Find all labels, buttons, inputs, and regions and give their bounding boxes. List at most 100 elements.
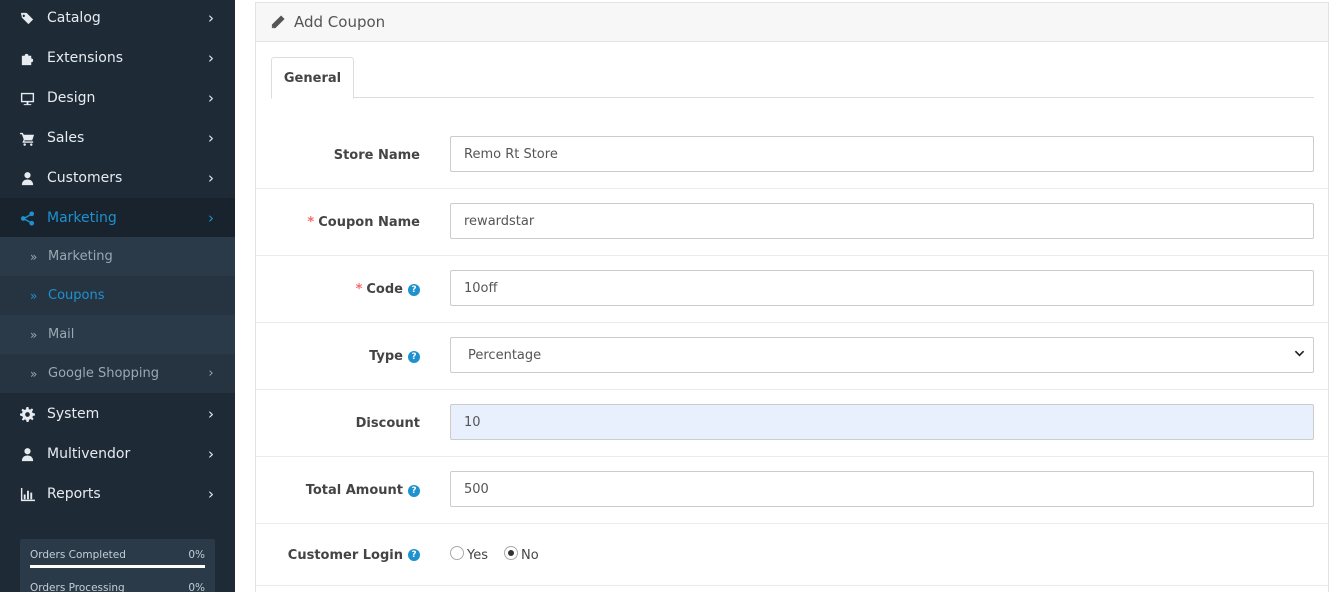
radio-no[interactable] <box>504 546 518 560</box>
submenu-label: Google Shopping <box>48 366 160 381</box>
coupon-name-field[interactable]: rewardstar <box>450 203 1314 239</box>
chevron-right-icon: › <box>208 485 214 503</box>
menu-label: Catalog <box>47 10 101 26</box>
chevron-right-icon: › <box>208 49 214 67</box>
chevron-right-icon: › <box>208 366 214 381</box>
radio-label: No <box>521 547 539 563</box>
submenu-label: Marketing <box>48 249 113 264</box>
chevron-right-icon: › <box>208 209 214 227</box>
menu-label: Multivendor <box>47 446 131 462</box>
stat-row: Orders Completed 0% <box>30 549 205 561</box>
double-chevron-icon: » <box>30 366 38 381</box>
radio-yes[interactable] <box>450 546 464 560</box>
pencil-icon <box>271 15 285 29</box>
chevron-right-icon: › <box>208 169 214 187</box>
radio-option-no[interactable]: No <box>504 546 539 563</box>
menu-item-design[interactable]: Design › <box>0 78 235 118</box>
form-row-coupon-name: * Coupon Name rewardstar <box>256 189 1328 256</box>
store-name-label: Store Name <box>333 148 420 163</box>
double-chevron-icon: » <box>30 288 38 303</box>
menu-item-customers[interactable]: Customers › <box>0 158 235 198</box>
user-icon <box>19 446 35 462</box>
submenu-item-coupons[interactable]: » Coupons <box>0 276 235 315</box>
discount-label: Discount <box>355 416 420 431</box>
chevron-right-icon: › <box>208 129 214 147</box>
bar-chart-icon <box>19 486 35 502</box>
menu-item-system[interactable]: System › <box>0 394 235 434</box>
chevron-right-icon: › <box>208 405 214 423</box>
form-row-code: * Code ? 10off <box>256 256 1328 323</box>
customer-login-label: Customer Login ? <box>288 524 420 586</box>
monitor-icon <box>19 90 35 106</box>
help-icon[interactable]: ? <box>408 549 420 561</box>
stat-row: Orders Processing 0% <box>30 582 205 592</box>
submenu-label: Mail <box>48 327 75 342</box>
menu-item-extensions[interactable]: Extensions › <box>0 38 235 78</box>
panel-heading: Add Coupon <box>256 3 1328 42</box>
stat-value: 0% <box>188 549 205 561</box>
form-row-customer-login: Customer Login ? Yes No <box>256 524 1328 586</box>
type-selected-value: Percentage <box>468 347 542 363</box>
tags-icon <box>19 10 35 26</box>
radio-selected-dot <box>508 550 514 556</box>
menu-item-sales[interactable]: Sales › <box>0 118 235 158</box>
cart-icon <box>19 130 35 146</box>
submenu-item-marketing[interactable]: » Marketing <box>0 237 235 276</box>
coupon-name-label: * Coupon Name <box>307 215 420 230</box>
panel-title: Add Coupon <box>294 13 386 31</box>
sidebar: Catalog › Extensions › Design › Sales › … <box>0 0 235 592</box>
form-row-discount: Discount 10 <box>256 390 1328 457</box>
help-icon[interactable]: ? <box>408 484 420 497</box>
form-row-store-name: Store Name Remo Rt Store <box>256 122 1328 189</box>
tab-bar: General <box>271 57 1314 99</box>
total-amount-field[interactable]: 500 <box>450 471 1314 507</box>
submenu-item-mail[interactable]: » Mail <box>0 315 235 354</box>
form-row-total-amount: Total Amount ? 500 <box>256 457 1328 524</box>
menu-label: Design <box>47 90 96 106</box>
form-row-type: Type ? Percentage <box>256 323 1328 390</box>
menu-label: Customers <box>47 170 123 186</box>
chevron-down-icon <box>1294 348 1305 363</box>
required-marker: * <box>307 215 315 230</box>
help-icon[interactable]: ? <box>408 350 420 363</box>
help-icon[interactable]: ? <box>408 283 420 296</box>
progress-bar <box>30 565 205 568</box>
menu-item-reports[interactable]: Reports › <box>0 474 235 514</box>
menu-item-multivendor[interactable]: Multivendor › <box>0 434 235 474</box>
coupon-panel: Add Coupon General Store Name Remo Rt St… <box>255 2 1329 592</box>
menu-item-catalog[interactable]: Catalog › <box>0 0 235 38</box>
gear-icon <box>19 406 35 422</box>
chevron-right-icon: › <box>208 89 214 107</box>
store-name-field[interactable]: Remo Rt Store <box>450 136 1314 172</box>
menu-label: Marketing <box>47 210 117 226</box>
double-chevron-icon: » <box>30 249 38 264</box>
order-stats: Orders Completed 0% Orders Processing 0% <box>20 539 215 592</box>
radio-label: Yes <box>467 547 488 563</box>
menu-item-marketing[interactable]: Marketing › <box>0 198 235 238</box>
share-icon <box>19 210 35 226</box>
total-amount-label: Total Amount ? <box>306 457 420 524</box>
chevron-right-icon: › <box>208 445 214 463</box>
double-chevron-icon: » <box>30 327 38 342</box>
customer-login-radio-group: Yes No <box>450 524 555 586</box>
stat-value: 0% <box>188 582 205 592</box>
radio-option-yes[interactable]: Yes <box>450 546 488 563</box>
required-marker: * <box>355 282 363 297</box>
stat-label: Orders Processing <box>30 582 125 592</box>
chevron-right-icon: › <box>208 9 214 27</box>
submenu-label: Coupons <box>48 288 105 303</box>
menu-label: Extensions <box>47 50 124 66</box>
puzzle-icon <box>19 50 35 66</box>
type-select[interactable]: Percentage <box>450 337 1314 373</box>
code-label: * Code ? <box>356 256 420 323</box>
menu-label: System <box>47 406 100 422</box>
type-label: Type ? <box>369 323 420 390</box>
code-field[interactable]: 10off <box>450 270 1314 306</box>
tab-general[interactable]: General <box>271 57 354 99</box>
stat-label: Orders Completed <box>30 549 126 561</box>
user-icon <box>19 170 35 186</box>
menu-label: Sales <box>47 130 85 146</box>
menu-label: Reports <box>47 486 101 502</box>
discount-field[interactable]: 10 <box>450 404 1314 440</box>
submenu-item-google-shopping[interactable]: » Google Shopping › <box>0 354 235 393</box>
